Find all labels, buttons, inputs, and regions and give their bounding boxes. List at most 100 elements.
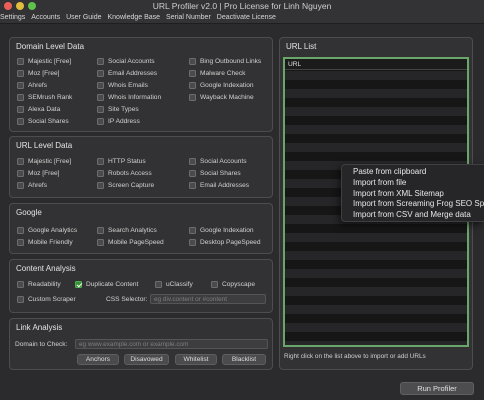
url-row[interactable] xyxy=(285,224,467,233)
checkbox-bing-outbound-links[interactable]: Bing Outbound Links xyxy=(189,58,261,65)
url-row[interactable] xyxy=(285,332,467,341)
checkbox-box[interactable] xyxy=(211,281,218,288)
url-row[interactable] xyxy=(285,278,467,287)
checkbox-url-email-addresses[interactable]: Email Addresses xyxy=(189,182,249,189)
url-row[interactable] xyxy=(285,116,467,125)
checkbox-box[interactable] xyxy=(189,58,196,65)
url-row[interactable] xyxy=(285,233,467,242)
url-row[interactable] xyxy=(285,242,467,251)
url-row[interactable] xyxy=(285,107,467,116)
checkbox-ahrefs[interactable]: Ahrefs xyxy=(17,82,47,89)
checkbox-box[interactable] xyxy=(17,94,24,101)
menu-knowledge-base[interactable]: Knowledge Base xyxy=(108,12,161,23)
checkbox-box[interactable] xyxy=(189,182,196,189)
checkbox-box[interactable] xyxy=(189,94,196,101)
checkbox-box[interactable] xyxy=(97,170,104,177)
url-row[interactable] xyxy=(285,341,467,345)
checkbox-http-status[interactable]: HTTP Status xyxy=(97,158,146,165)
checkbox-box[interactable] xyxy=(17,70,24,77)
checkbox-box[interactable] xyxy=(97,118,104,125)
checkbox-box[interactable] xyxy=(97,182,104,189)
checkbox-url-social-shares[interactable]: Social Shares xyxy=(189,170,241,177)
checkbox-url-ahrefs[interactable]: Ahrefs xyxy=(17,182,47,189)
checkbox-ip-address[interactable]: IP Address xyxy=(97,118,140,125)
checkbox-google-analytics[interactable]: Google Analytics xyxy=(17,227,77,234)
menu-accounts[interactable]: Accounts xyxy=(31,12,60,23)
checkbox-box[interactable] xyxy=(97,70,104,77)
checkbox-email-addresses[interactable]: Email Addresses xyxy=(97,70,157,77)
checkbox-duplicate-content[interactable]: Duplicate Content xyxy=(75,281,138,288)
checkbox-social-shares[interactable]: Social Shares xyxy=(17,118,69,125)
checkbox-mobile-pagespeed[interactable]: Mobile PageSpeed xyxy=(97,239,164,246)
checkbox-box[interactable] xyxy=(17,182,24,189)
menu-item-paste-clipboard[interactable]: Paste from clipboard xyxy=(342,167,484,178)
checkbox-copyscape[interactable]: Copyscape xyxy=(211,281,255,288)
menu-item-import-screaming-frog[interactable]: Import from Screaming Frog SEO Spider xyxy=(342,199,484,210)
checkbox-box[interactable] xyxy=(17,170,24,177)
checkbox-whois-emails[interactable]: Whois Emails xyxy=(97,82,148,89)
checkbox-box[interactable] xyxy=(189,170,196,177)
url-row[interactable] xyxy=(285,71,467,80)
checkbox-uclassify[interactable]: uClassify xyxy=(155,281,193,288)
checkbox-box[interactable] xyxy=(17,296,24,303)
disavowed-button[interactable]: Disavowed xyxy=(124,354,169,365)
checkbox-checked[interactable] xyxy=(75,281,82,288)
checkbox-box[interactable] xyxy=(97,82,104,89)
url-row[interactable] xyxy=(285,152,467,161)
blacklist-button[interactable]: Blacklist xyxy=(222,354,266,365)
url-row[interactable] xyxy=(285,98,467,107)
menu-item-import-csv-merge[interactable]: Import from CSV and Merge data xyxy=(342,210,484,221)
url-row[interactable] xyxy=(285,260,467,269)
url-row[interactable] xyxy=(285,143,467,152)
url-row[interactable] xyxy=(285,269,467,278)
checkbox-semrush-rank[interactable]: SEMrush Rank xyxy=(17,94,72,101)
checkbox-google-indexation[interactable]: Google Indexation xyxy=(189,82,254,89)
whitelist-button[interactable]: Whitelist xyxy=(175,354,217,365)
url-row[interactable] xyxy=(285,296,467,305)
checkbox-url-majestic[interactable]: Majestic [Free] xyxy=(17,158,71,165)
url-row[interactable] xyxy=(285,323,467,332)
checkbox-site-types[interactable]: Site Types xyxy=(97,106,139,113)
checkbox-whois-information[interactable]: Whois Information xyxy=(97,94,161,101)
checkbox-url-moz[interactable]: Moz [Free] xyxy=(17,170,60,177)
url-row[interactable] xyxy=(285,287,467,296)
url-row[interactable] xyxy=(285,80,467,89)
url-row[interactable] xyxy=(285,314,467,323)
checkbox-box[interactable] xyxy=(97,158,104,165)
run-profiler-button[interactable]: Run Profiler xyxy=(400,382,474,395)
checkbox-box[interactable] xyxy=(17,118,24,125)
checkbox-url-social-accounts[interactable]: Social Accounts xyxy=(189,158,247,165)
checkbox-box[interactable] xyxy=(17,106,24,113)
url-row[interactable] xyxy=(285,251,467,260)
checkbox-social-accounts[interactable]: Social Accounts xyxy=(97,58,155,65)
url-row[interactable] xyxy=(285,125,467,134)
checkbox-box[interactable] xyxy=(17,239,24,246)
checkbox-box[interactable] xyxy=(155,281,162,288)
checkbox-custom-scraper[interactable]: Custom Scraper xyxy=(17,296,76,303)
checkbox-box[interactable] xyxy=(17,82,24,89)
menu-user-guide[interactable]: User Guide xyxy=(66,12,101,23)
checkbox-box[interactable] xyxy=(17,158,24,165)
checkbox-box[interactable] xyxy=(189,82,196,89)
checkbox-box[interactable] xyxy=(97,106,104,113)
checkbox-wayback-machine[interactable]: Wayback Machine xyxy=(189,94,254,101)
checkbox-alexa-data[interactable]: Alexa Data xyxy=(17,106,60,113)
checkbox-search-analytics[interactable]: Search Analytics xyxy=(97,227,157,234)
checkbox-google-google-indexation[interactable]: Google Indexation xyxy=(189,227,254,234)
checkbox-box[interactable] xyxy=(97,58,104,65)
checkbox-box[interactable] xyxy=(17,227,24,234)
domain-to-check-input[interactable] xyxy=(75,339,268,349)
menu-settings[interactable]: Settings xyxy=(0,12,25,23)
url-row[interactable] xyxy=(285,89,467,98)
url-row[interactable] xyxy=(285,305,467,314)
checkbox-readability[interactable]: Readability xyxy=(17,281,61,288)
menu-deactivate-license[interactable]: Deactivate License xyxy=(217,12,276,23)
anchors-button[interactable]: Anchors xyxy=(77,354,119,365)
checkbox-robots-access[interactable]: Robots Access xyxy=(97,170,152,177)
checkbox-box[interactable] xyxy=(97,227,104,234)
checkbox-box[interactable] xyxy=(17,58,24,65)
checkbox-desktop-pagespeed[interactable]: Desktop PageSpeed xyxy=(189,239,261,246)
checkbox-box[interactable] xyxy=(189,239,196,246)
checkbox-box[interactable] xyxy=(17,281,24,288)
checkbox-screen-capture[interactable]: Screen Capture xyxy=(97,182,154,189)
